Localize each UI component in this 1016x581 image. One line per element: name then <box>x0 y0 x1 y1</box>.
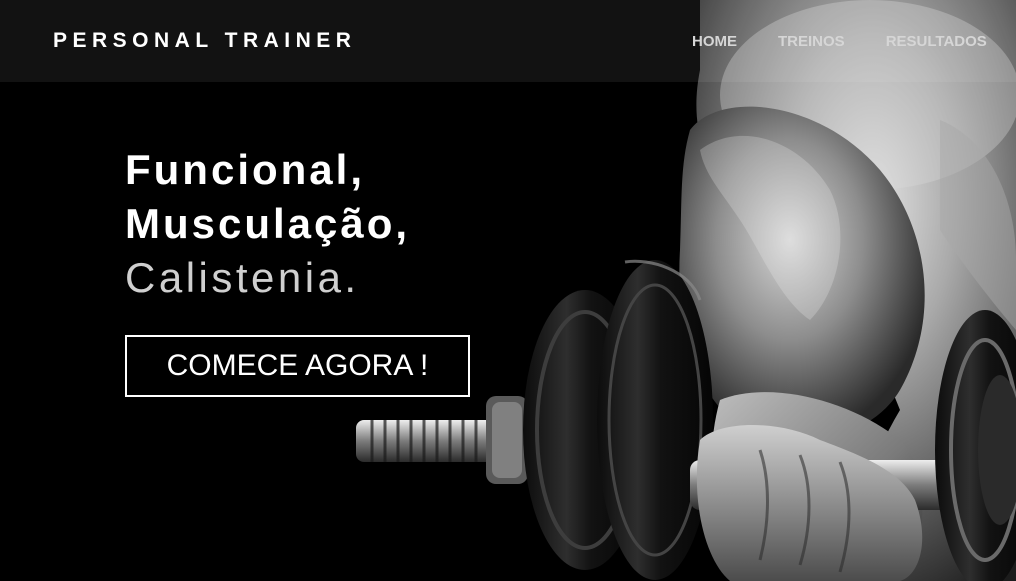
comece-agora-button[interactable]: COMECE AGORA ! <box>125 335 470 397</box>
hero-headline: Funcional, Musculação, Calistenia. <box>125 143 410 305</box>
nav-item-resultados[interactable]: RESULTADOS <box>886 33 987 50</box>
main-nav: HOME TREINOS RESULTADOS <box>692 33 1016 50</box>
headline-line-calistenia: Calistenia. <box>125 254 360 301</box>
landing-page: PERSONAL TRAINER HOME TREINOS RESULTADOS… <box>0 0 1016 581</box>
headline-line-funcional: Funcional, <box>125 146 365 193</box>
nav-item-home[interactable]: HOME <box>692 33 737 50</box>
headline-line-musculacao: Musculação, <box>125 200 411 247</box>
brand-logo-text[interactable]: PERSONAL TRAINER <box>53 29 356 53</box>
nav-item-treinos[interactable]: TREINOS <box>778 33 845 50</box>
site-header: PERSONAL TRAINER HOME TREINOS RESULTADOS <box>0 0 1016 82</box>
